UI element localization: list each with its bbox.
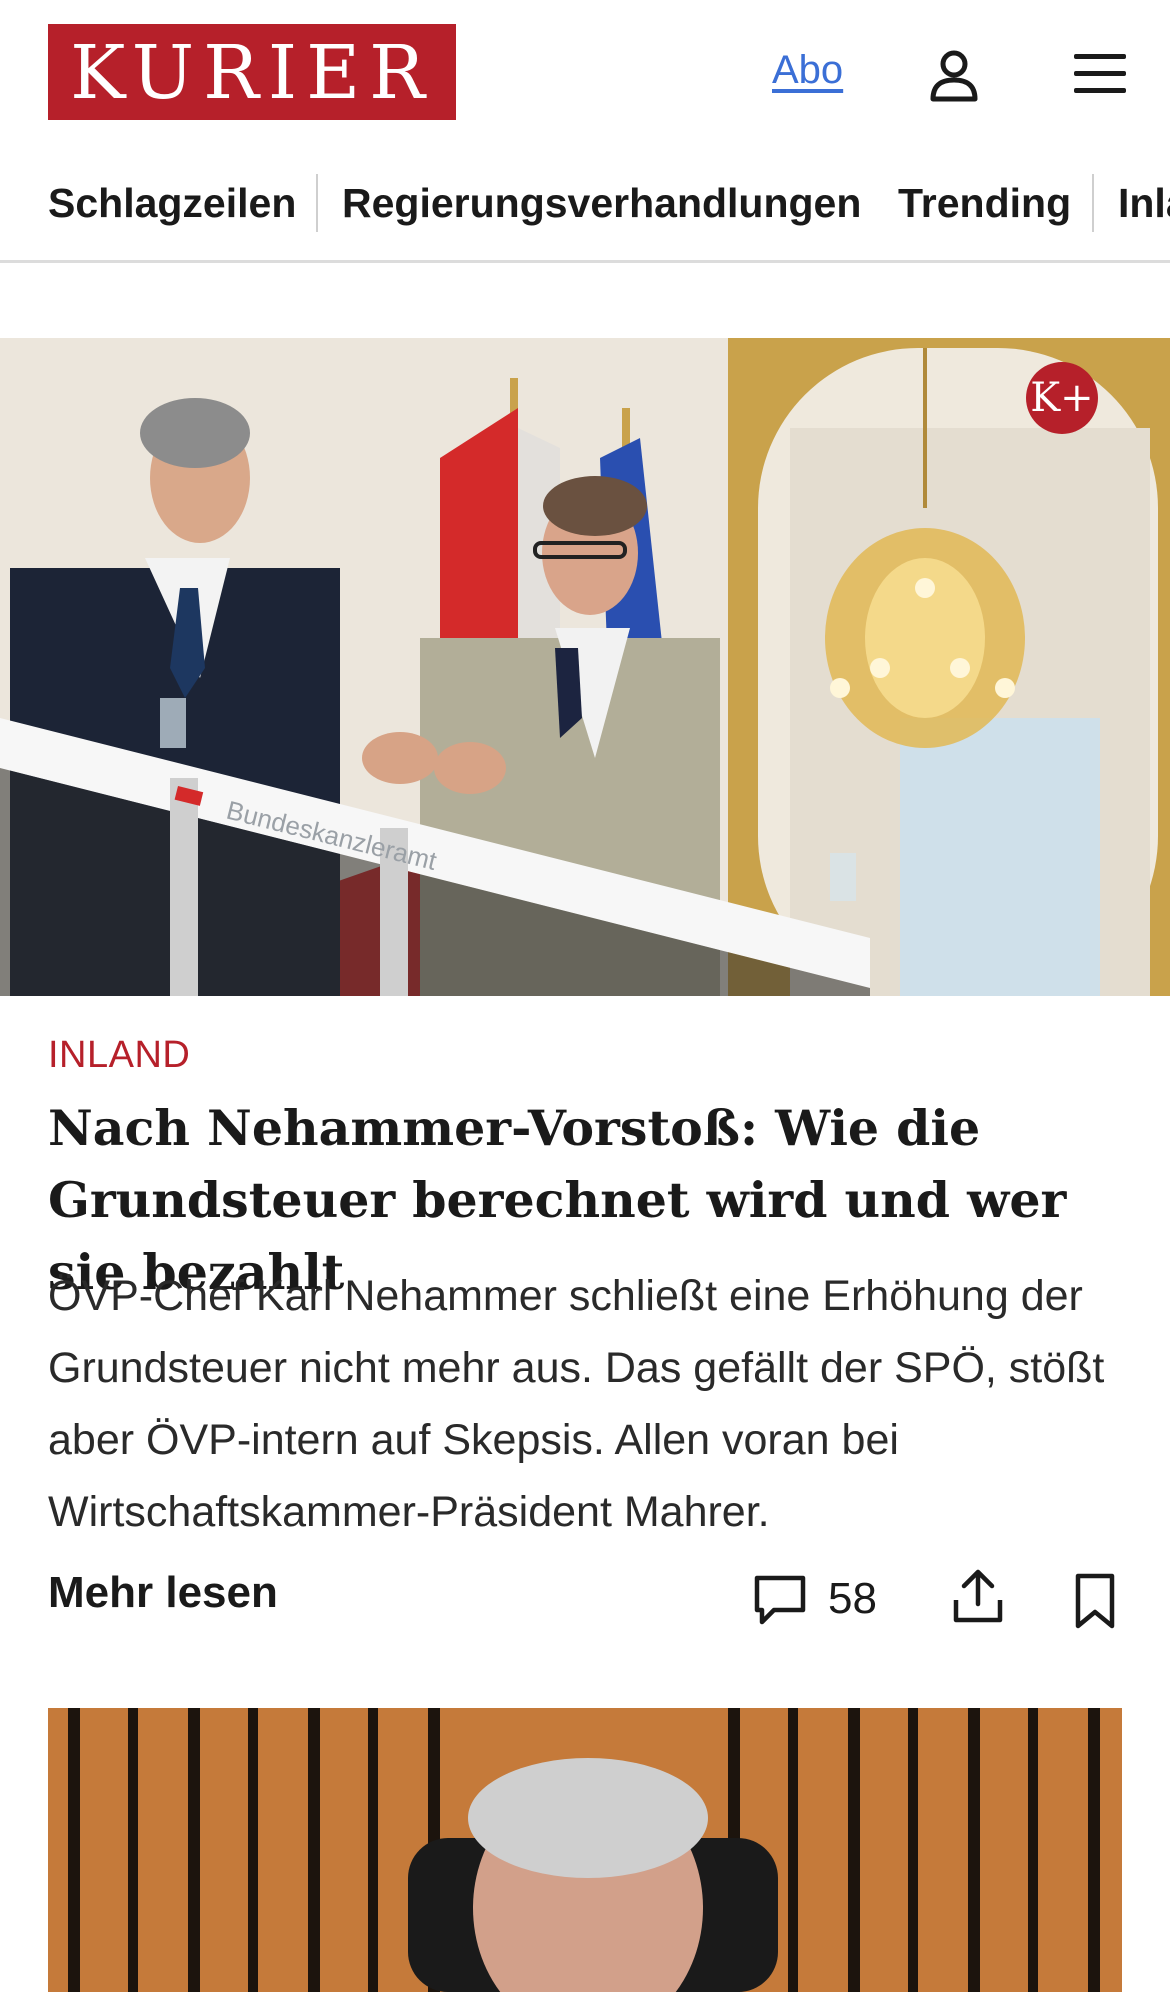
nav-divider <box>0 260 1170 263</box>
kurier-logo[interactable]: KURIER <box>48 24 456 120</box>
nav-item-inland[interactable]: Inland <box>1118 180 1170 227</box>
category-nav: Schlagzeilen Regierungsverhandlungen Tre… <box>0 160 1170 260</box>
nav-item-schlagzeilen[interactable]: Schlagzeilen <box>48 180 296 227</box>
kplus-badge: K+ <box>1026 362 1098 434</box>
nav-separator <box>316 174 318 232</box>
comment-icon[interactable] <box>752 1572 808 1628</box>
share-icon[interactable] <box>950 1566 1006 1626</box>
nav-separator <box>1092 174 1094 232</box>
user-icon[interactable] <box>924 44 984 104</box>
article-hero-image[interactable]: Bundeskanzleramt <box>0 338 1170 996</box>
bookmark-icon[interactable] <box>1070 1572 1120 1630</box>
article-kicker[interactable]: INLAND <box>48 1034 190 1077</box>
read-more-link[interactable]: Mehr lesen <box>48 1568 278 1618</box>
comment-count[interactable]: 58 <box>828 1574 877 1624</box>
kplus-badge-text: K+ <box>1030 375 1094 421</box>
next-article-image[interactable] <box>48 1708 1122 1992</box>
nav-item-regierungsverhandlungen[interactable]: Regierungsverhandlungen <box>342 180 861 227</box>
logo-text: KURIER <box>70 30 434 116</box>
nav-item-trending[interactable]: Trending <box>898 180 1071 227</box>
article-teaser[interactable]: ÖVP-Chef Karl Nehammer schließt eine Erh… <box>48 1260 1138 1548</box>
site-header: KURIER Abo <box>0 0 1170 145</box>
menu-icon[interactable] <box>1070 44 1130 104</box>
abo-link[interactable]: Abo <box>772 48 843 93</box>
